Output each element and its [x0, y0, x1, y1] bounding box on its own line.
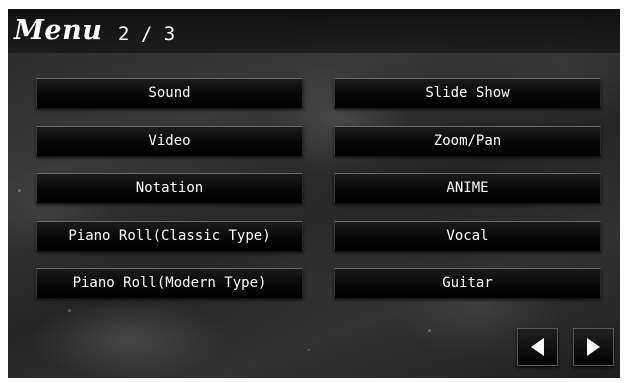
- slide-show-button[interactable]: Slide Show: [334, 78, 601, 108]
- notation-button[interactable]: Notation: [36, 173, 303, 203]
- guitar-button[interactable]: Guitar: [334, 268, 601, 298]
- piano-roll-classic-button[interactable]: Piano Roll(Classic Type): [36, 221, 303, 251]
- triangle-left-icon: [531, 338, 544, 356]
- page-title: Menu: [14, 15, 103, 46]
- menu-screen: Menu 2 / 3 Sound Video Notation Piano Ro…: [8, 9, 620, 378]
- piano-roll-modern-button[interactable]: Piano Roll(Modern Type): [36, 268, 303, 298]
- background-speck: [428, 329, 431, 332]
- vocal-button[interactable]: Vocal: [334, 221, 601, 251]
- previous-page-button[interactable]: [517, 328, 558, 366]
- background-speck: [68, 309, 71, 312]
- sound-button[interactable]: Sound: [36, 78, 303, 108]
- zoom-pan-button[interactable]: Zoom/Pan: [334, 126, 601, 156]
- background-speck: [18, 189, 21, 192]
- title-bar: Menu 2 / 3: [8, 9, 620, 53]
- next-page-button[interactable]: [573, 328, 614, 366]
- background-speck: [308, 349, 310, 351]
- page-indicator: 2 / 3: [118, 23, 176, 45]
- video-button[interactable]: Video: [36, 126, 303, 156]
- anime-button[interactable]: ANIME: [334, 173, 601, 203]
- triangle-right-icon: [587, 338, 600, 356]
